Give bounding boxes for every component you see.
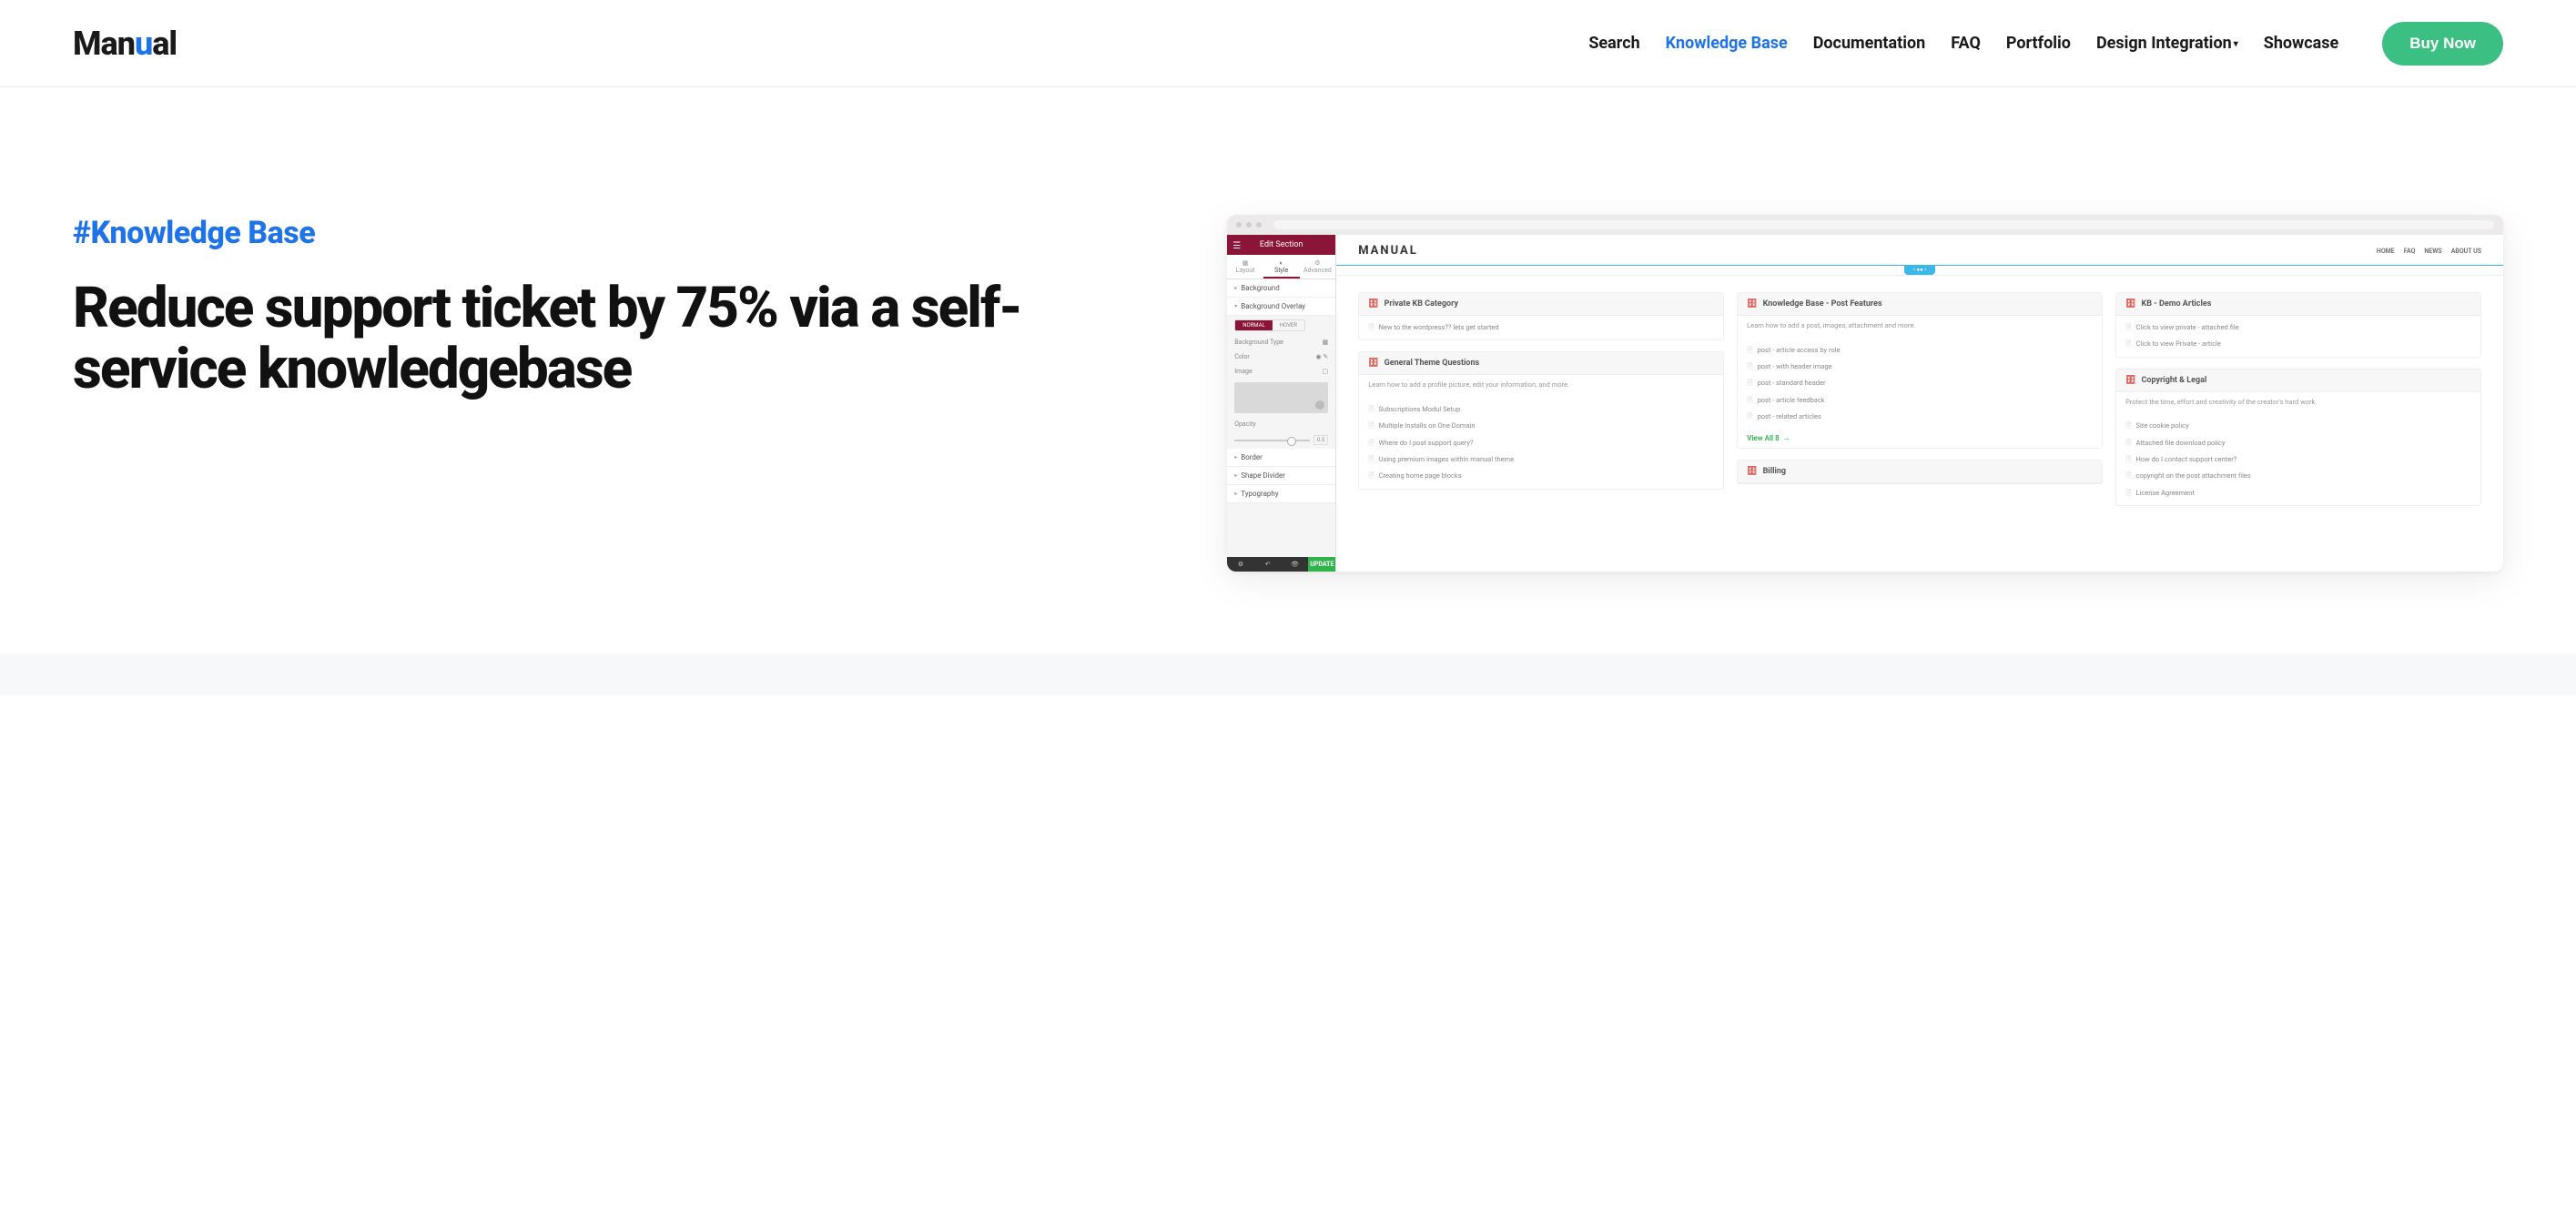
state-toggle[interactable]: NORMALHOVER xyxy=(1234,319,1305,331)
briefcase-icon: 🗄 xyxy=(1368,299,1378,309)
editor-footer: ⚙ ↶ 👁 UPDATE xyxy=(1227,557,1335,572)
color-row: Color◉ ✎ xyxy=(1227,349,1335,364)
editor-title: ☰ Edit Section xyxy=(1227,235,1335,255)
footer-preview-icon[interactable]: 👁 xyxy=(1282,557,1309,572)
briefcase-icon: 🗄 xyxy=(1368,359,1378,368)
preview-pane: MANUAL HOME FAQ NEWS ABOUT US • ●● • xyxy=(1336,235,2503,572)
nav-documentation[interactable]: Documentation xyxy=(1813,34,1926,53)
doc-icon: 🗎 xyxy=(1747,396,1752,405)
update-button[interactable]: UPDATE xyxy=(1308,557,1335,572)
preview-active-pill[interactable]: • ●● • xyxy=(1904,265,1935,275)
brush-icon[interactable]: ▦ xyxy=(1323,339,1329,346)
briefcase-icon: 🗄 xyxy=(1747,467,1757,476)
doc-icon: 🗎 xyxy=(1368,421,1374,430)
doc-icon: 🗎 xyxy=(1747,379,1752,388)
section-border[interactable]: Border xyxy=(1227,449,1335,467)
card-demo-articles[interactable]: 🗄KB - Demo Articles 🗎Click to view priva… xyxy=(2115,292,2481,358)
doc-icon: 🗎 xyxy=(2125,439,2131,448)
editor-panel: ☰ Edit Section ▦Layout ◐Style ⚙Advanced … xyxy=(1227,235,1336,572)
preview-logo: MANUAL xyxy=(1358,244,1418,258)
browser-chrome xyxy=(1227,215,2503,235)
card-copyright[interactable]: 🗄Copyright & Legal Protect the time, eff… xyxy=(2115,369,2481,506)
hero-headline: Reduce support ticket by 75% via a self-… xyxy=(73,278,1191,400)
preview-nav: HOME FAQ NEWS ABOUT US xyxy=(2377,248,2481,255)
doc-icon: 🗎 xyxy=(1747,362,1752,371)
hero-section: #Knowledge Base Reduce support ticket by… xyxy=(0,87,2576,644)
url-bar xyxy=(1273,220,2494,229)
menu-icon[interactable]: ☰ xyxy=(1232,241,1241,251)
preview-tab-strip: • ●● • xyxy=(1336,265,2503,276)
doc-icon: 🗎 xyxy=(2125,455,2131,464)
footer-settings-icon[interactable]: ⚙ xyxy=(1227,557,1254,572)
nav-faq[interactable]: FAQ xyxy=(1951,34,1981,53)
opacity-slider[interactable] xyxy=(1234,440,1310,441)
bg-type-row: Background Type▦ xyxy=(1227,335,1335,349)
hero-tag: #Knowledge Base xyxy=(73,215,1191,251)
image-row: Image▢ xyxy=(1227,364,1335,379)
section-typography[interactable]: Typography xyxy=(1227,485,1335,503)
footer-band xyxy=(0,653,2576,695)
doc-icon: 🗎 xyxy=(1368,323,1374,332)
nav-portfolio[interactable]: Portfolio xyxy=(2006,34,2071,53)
doc-icon: 🗎 xyxy=(2125,421,2131,430)
footer-history-icon[interactable]: ↶ xyxy=(1254,557,1282,572)
preview-nav-about[interactable]: ABOUT US xyxy=(2451,248,2481,255)
opacity-value[interactable]: 0.5 xyxy=(1313,435,1328,445)
color-picker-icon[interactable]: ◉ ✎ xyxy=(1315,353,1328,360)
image-upload[interactable] xyxy=(1234,382,1328,413)
section-shape-divider[interactable]: Shape Divider xyxy=(1227,467,1335,485)
card-post-features[interactable]: 🗄Knowledge Base - Post Features Learn ho… xyxy=(1737,292,2103,449)
doc-icon: 🗎 xyxy=(1747,346,1752,355)
doc-icon: 🗎 xyxy=(1368,439,1374,448)
buy-now-button[interactable]: Buy Now xyxy=(2382,22,2503,66)
editor-tabs: ▦Layout ◐Style ⚙Advanced xyxy=(1227,255,1335,279)
card-billing[interactable]: 🗄Billing xyxy=(1737,460,2103,484)
view-all-link[interactable]: View All 8→ xyxy=(1738,429,2102,448)
preview-nav-faq[interactable]: FAQ xyxy=(2404,248,2416,255)
window-dot-icon xyxy=(1256,222,1262,228)
card-general-theme[interactable]: 🗄General Theme Questions Learn how to ad… xyxy=(1358,351,1724,489)
doc-icon: 🗎 xyxy=(2125,339,2131,349)
doc-icon: 🗎 xyxy=(1368,471,1374,481)
chevron-down-icon: ▾ xyxy=(2234,39,2238,49)
site-logo[interactable]: Manual xyxy=(73,25,177,63)
site-header: Manual Search Knowledge Base Documentati… xyxy=(0,0,2576,87)
doc-icon: 🗎 xyxy=(2125,471,2131,481)
nav-knowledge-base[interactable]: Knowledge Base xyxy=(1666,34,1788,53)
product-screenshot: ☰ Edit Section ▦Layout ◐Style ⚙Advanced … xyxy=(1227,215,2503,572)
tab-advanced[interactable]: ⚙Advanced xyxy=(1300,255,1336,278)
preview-nav-home[interactable]: HOME xyxy=(2377,248,2395,255)
main-nav: Search Knowledge Base Documentation FAQ … xyxy=(1588,22,2503,66)
device-icon[interactable]: ▢ xyxy=(1323,368,1329,375)
opacity-label: Opacity xyxy=(1227,417,1335,431)
briefcase-icon: 🗄 xyxy=(1747,299,1757,309)
tab-layout[interactable]: ▦Layout xyxy=(1227,255,1263,278)
section-background-overlay[interactable]: Background Overlay xyxy=(1227,298,1335,316)
nav-design-integration[interactable]: Design Integration▾ xyxy=(2096,34,2238,53)
briefcase-icon: 🗄 xyxy=(2125,299,2135,309)
doc-icon: 🗎 xyxy=(1368,455,1374,464)
nav-search[interactable]: Search xyxy=(1588,34,1639,53)
briefcase-icon: 🗄 xyxy=(2125,376,2135,385)
arrow-right-icon: → xyxy=(1783,434,1790,442)
window-dot-icon xyxy=(1236,222,1242,228)
doc-icon: 🗎 xyxy=(1368,405,1374,414)
preview-nav-news[interactable]: NEWS xyxy=(2424,248,2441,255)
card-private-kb[interactable]: 🗄Private KB Category 🗎New to the wordpre… xyxy=(1358,292,1724,340)
tab-style[interactable]: ◐Style xyxy=(1263,255,1300,278)
doc-icon: 🗎 xyxy=(2125,323,2131,332)
doc-icon: 🗎 xyxy=(2125,489,2131,498)
window-dot-icon xyxy=(1246,222,1252,228)
nav-showcase[interactable]: Showcase xyxy=(2264,34,2339,53)
section-background[interactable]: Background xyxy=(1227,279,1335,298)
doc-icon: 🗎 xyxy=(1747,412,1752,421)
